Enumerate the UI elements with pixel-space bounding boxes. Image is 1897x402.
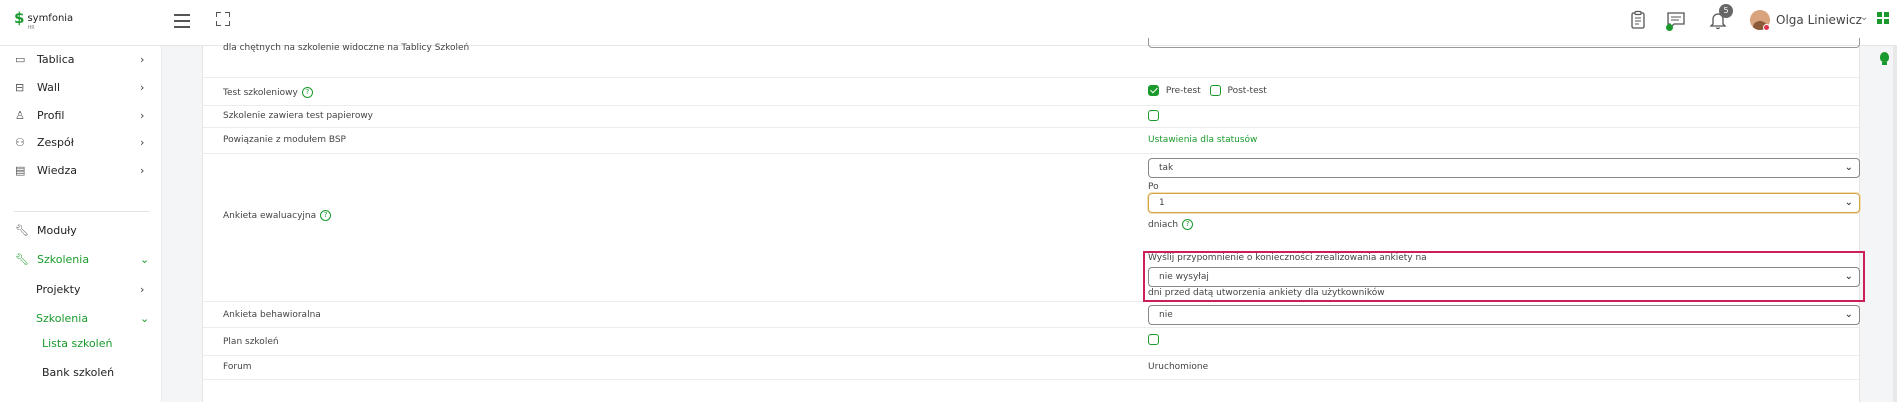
sidebar-item-label: Wall — [37, 80, 61, 94]
user-icon: ♙ — [15, 109, 25, 122]
wrench-icon: 🔧︎ — [15, 224, 29, 237]
post-test-checkbox[interactable] — [1209, 85, 1221, 96]
monitor-icon: ▭ — [15, 53, 26, 66]
plan-label: Plan szkoleń — [223, 337, 279, 347]
forum-value: Uruchomione — [1148, 362, 1209, 372]
survey-days-select[interactable]: 1 ⌄ — [1148, 193, 1860, 213]
sidebar-item-wiedza[interactable]: ▤ Wiedza › — [0, 158, 162, 182]
sidebar-item-szkolenia[interactable]: 🔧︎ Szkolenia ⌄ — [0, 247, 162, 271]
logo-text: symfonia — [27, 13, 74, 24]
form-row-test: Test szkoleniowy? Pre-test Post-test — [203, 78, 1861, 106]
help-icon[interactable]: ? — [1182, 219, 1194, 230]
sidebar-item-label: Projekty — [36, 282, 81, 296]
lightbulb-icon[interactable] — [1880, 52, 1889, 65]
sidebar-item-wall[interactable]: ⊟ Wall › — [0, 75, 162, 99]
hamburger-menu-icon[interactable] — [174, 14, 190, 32]
sidebar-item-szkolenia-sub[interactable]: Szkolenia ⌄ — [0, 306, 162, 330]
sidebar-item-projekty[interactable]: Projekty › — [0, 277, 162, 301]
paper-test-label: Szkolenie zawiera test papierowy — [223, 111, 374, 121]
bsp-label: Powiązanie z modułem BSP — [223, 135, 346, 145]
post-test-label: Post-test — [1227, 86, 1267, 96]
sidebar-item-label: Zespół — [37, 135, 74, 149]
notification-badge: 5 — [1719, 4, 1733, 18]
after-label: Po — [1148, 182, 1159, 192]
help-icon[interactable]: ? — [301, 87, 313, 98]
visibility-textarea[interactable] — [1148, 38, 1860, 48]
chevron-right-icon: › — [140, 163, 145, 177]
sidebar-item-bank-szkolen[interactable]: Bank szkoleń — [0, 360, 162, 384]
form-row-bsp: Powiązanie z modułem BSP Ustawienia dla … — [203, 128, 1861, 154]
chevron-right-icon: › — [140, 108, 145, 122]
chevron-down-icon: ⌄ — [1844, 197, 1853, 208]
logo-subtext: HR — [27, 25, 35, 31]
chat-status-dot — [1666, 24, 1673, 31]
help-icon[interactable]: ? — [320, 210, 332, 221]
document-icon: ▤ — [15, 164, 26, 177]
team-icon: ⚇ — [15, 136, 25, 149]
apps-grid-icon[interactable] — [1877, 12, 1889, 24]
user-name[interactable]: Olga Liniewicz — [1776, 13, 1862, 27]
sidebar-item-moduly[interactable]: 🔧︎ Moduły — [0, 218, 162, 242]
chevron-down-icon: ⌄ — [1844, 309, 1853, 320]
sidebar-item-lista-szkolen[interactable]: Lista szkoleń — [0, 331, 162, 355]
bsp-status-settings-link[interactable]: Ustawienia dla statusów — [1148, 135, 1257, 145]
sidebar-item-label: Szkolenia — [36, 311, 89, 325]
wall-icon: ⊟ — [15, 81, 25, 94]
plan-checkbox[interactable] — [1148, 334, 1159, 345]
sidebar-item-label: Bank szkoleń — [42, 365, 115, 379]
form-row-plan: Plan szkoleń — [203, 328, 1861, 356]
chevron-down-icon[interactable]: ⌄ — [1860, 12, 1868, 23]
sidebar-item-profil[interactable]: ♙ Profil › — [0, 103, 162, 127]
sidebar-divider — [14, 211, 150, 212]
test-label: Test szkoleniowy — [223, 88, 298, 98]
survey-label: Ankieta ewaluacyjna — [223, 211, 317, 221]
chevron-right-icon: › — [140, 135, 145, 149]
pre-test-label: Pre-test — [1165, 86, 1201, 96]
reminder-highlight-box — [1143, 251, 1865, 302]
sidebar-item-label: Szkolenia — [37, 252, 90, 266]
clipboard-icon[interactable] — [1627, 9, 1649, 31]
app-logo[interactable]: $ symfonia HR — [14, 10, 73, 31]
sidebar: ▭ Tablica › ⊟ Wall › ♙ Profil › ⚇ Zespół… — [0, 46, 162, 402]
avatar-status-dot — [1763, 24, 1770, 31]
sidebar-item-label: Moduły — [37, 223, 77, 237]
chevron-down-icon: ⌄ — [140, 311, 150, 325]
survey-enabled-select[interactable]: tak ⌄ — [1148, 158, 1860, 178]
sidebar-item-zespol[interactable]: ⚇ Zespół › — [0, 130, 162, 154]
chevron-right-icon: › — [140, 282, 145, 296]
forum-label: Forum — [223, 362, 252, 372]
sidebar-item-tablica[interactable]: ▭ Tablica › — [0, 47, 162, 71]
pre-test-checkbox[interactable] — [1148, 85, 1159, 96]
form-row-behavioral: Ankieta behawioralna nie ⌄ — [203, 302, 1861, 328]
sidebar-item-label: Lista szkoleń — [42, 336, 113, 350]
chevron-right-icon: › — [140, 52, 145, 66]
form-row-paper-test: Szkolenie zawiera test papierowy — [203, 106, 1861, 128]
page-scrollbar[interactable] — [1893, 46, 1897, 402]
training-settings-form: dla chętnych na szkolenie widoczne na Ta… — [202, 38, 1865, 402]
sidebar-item-label: Wiedza — [37, 163, 77, 177]
behavioral-select[interactable]: nie ⌄ — [1148, 305, 1860, 325]
behavioral-label: Ankieta behawioralna — [223, 310, 321, 320]
wrench-icon: 🔧︎ — [15, 253, 29, 266]
visibility-label: dla chętnych na szkolenie widoczne na Ta… — [223, 43, 470, 53]
sidebar-item-label: Profil — [37, 108, 65, 122]
form-row-forum: Forum Uruchomione — [203, 356, 1861, 380]
form-row-visibility: dla chętnych na szkolenie widoczne na Ta… — [203, 38, 1861, 78]
chevron-down-icon: ⌄ — [1844, 162, 1853, 173]
sidebar-item-label: Tablica — [37, 52, 75, 66]
paper-test-checkbox[interactable] — [1148, 110, 1159, 121]
chevron-right-icon: › — [140, 80, 145, 94]
chevron-down-icon: ⌄ — [140, 252, 150, 266]
fullscreen-icon[interactable] — [216, 12, 230, 26]
days-label: dniach — [1148, 220, 1179, 230]
logo-mark-icon: $ — [14, 9, 25, 27]
